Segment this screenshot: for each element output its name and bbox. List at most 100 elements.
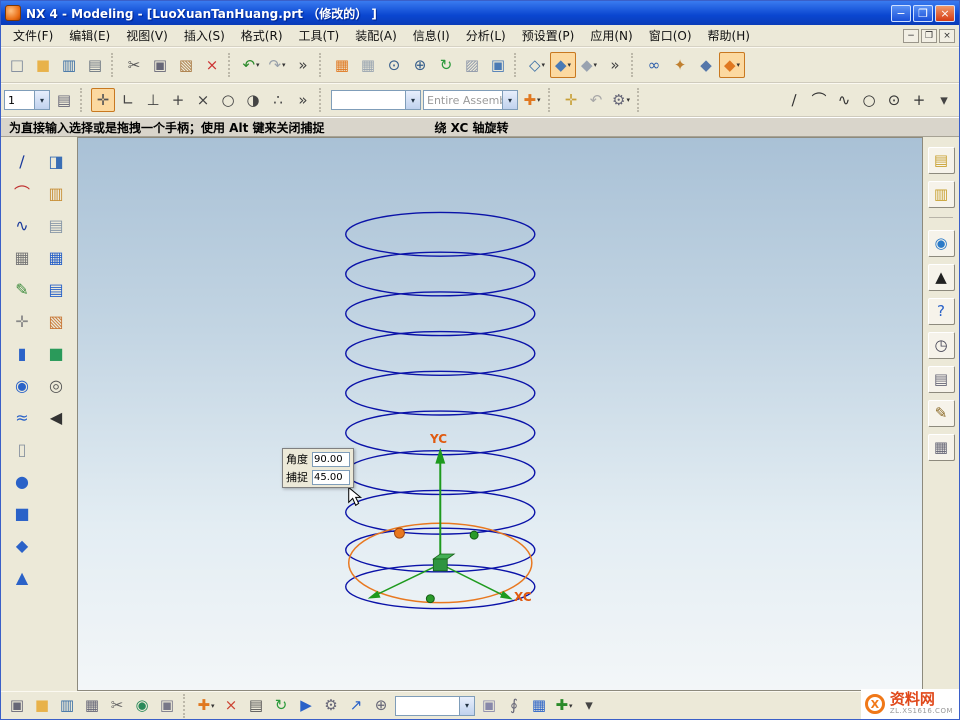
menu-application[interactable]: 应用(N) xyxy=(582,25,640,46)
bottom-scope-arrow-icon[interactable]: ▾ xyxy=(459,697,474,715)
selection-scope-arrow-icon[interactable]: ▾ xyxy=(405,91,420,109)
boundary-button[interactable]: ▧ xyxy=(43,309,69,335)
curve-overflow-button[interactable]: ▾ xyxy=(932,88,956,112)
attach-button[interactable]: ∮ xyxy=(502,694,526,718)
settings-bottom-button[interactable]: ⚙ xyxy=(319,694,343,718)
rotate-handle-bottom[interactable] xyxy=(426,595,434,603)
internet-explorer-button[interactable]: ◉ xyxy=(928,230,955,257)
close-button[interactable]: × xyxy=(935,5,955,22)
high-quality-image-button-dropdown-icon[interactable]: ▾ xyxy=(737,61,741,69)
target-button[interactable]: ⊕ xyxy=(369,694,393,718)
spline-button[interactable]: ∿ xyxy=(9,213,35,239)
display-green-button[interactable]: ◉ xyxy=(130,694,154,718)
sweep-button[interactable]: ≈ xyxy=(9,405,35,431)
measure-button[interactable]: ◎ xyxy=(43,373,69,399)
toolbar-more-button[interactable]: » xyxy=(602,52,628,78)
layer-visible-button[interactable]: ▤ xyxy=(43,213,69,239)
mdi-minimize-button[interactable]: − xyxy=(903,29,919,43)
snap-mid-point-button[interactable]: ⊥ xyxy=(141,88,165,112)
scene-button[interactable]: ◆ xyxy=(693,52,719,78)
insert-bottom-button-dropdown-icon[interactable]: ▾ xyxy=(569,702,573,710)
layer-combo[interactable]: 1 ▾ xyxy=(4,90,50,110)
show-hide-button[interactable]: ▥ xyxy=(43,181,69,207)
bottom-scope-combo[interactable]: ▾ xyxy=(395,696,475,716)
revolve-button[interactable]: ◉ xyxy=(9,373,35,399)
copy-bottom-button[interactable]: ▣ xyxy=(155,694,179,718)
refresh-bottom-button[interactable]: ↻ xyxy=(269,694,293,718)
snap-arc-center-button[interactable]: ○ xyxy=(216,88,240,112)
menu-assemblies[interactable]: 装配(A) xyxy=(347,25,405,46)
print-button[interactable]: ▤ xyxy=(82,52,108,78)
history-button[interactable]: ◷ xyxy=(928,332,955,359)
regenerate-button[interactable]: ↻ xyxy=(433,52,459,78)
snap-intersection-button[interactable]: × xyxy=(191,88,215,112)
circle-tool-button[interactable]: ○ xyxy=(857,88,881,112)
mdi-close-button[interactable]: × xyxy=(939,29,955,43)
save-bottom-button[interactable]: ▥ xyxy=(55,694,79,718)
fit-view-button[interactable]: ▣ xyxy=(485,52,511,78)
window-button[interactable]: ▣ xyxy=(477,694,501,718)
menu-edit[interactable]: 编辑(E) xyxy=(61,25,118,46)
assembly-scope-arrow-icon[interactable]: ▾ xyxy=(502,91,517,109)
selection-options-button-dropdown-icon[interactable]: ▾ xyxy=(626,96,630,104)
layer-combo-arrow-icon[interactable]: ▾ xyxy=(34,91,49,109)
menu-tools[interactable]: 工具(T) xyxy=(291,25,348,46)
undo-selection-button[interactable]: ↶ xyxy=(584,88,608,112)
menu-analysis[interactable]: 分析(L) xyxy=(458,25,514,46)
arrow-up-button[interactable]: ↗ xyxy=(344,694,368,718)
snap-existing-point-button[interactable]: ∴ xyxy=(266,88,290,112)
line-tool-button[interactable]: ∕ xyxy=(782,88,806,112)
update-display-button[interactable]: ▨ xyxy=(459,52,485,78)
snapshot-button[interactable]: ▣ xyxy=(5,694,29,718)
collapse-arrow-button[interactable]: ◀ xyxy=(43,405,69,431)
insert-bottom-button[interactable]: ✚▾ xyxy=(552,694,576,718)
block-button[interactable]: ■ xyxy=(9,501,35,527)
menu-preferences[interactable]: 预设置(P) xyxy=(514,25,583,46)
restore-button[interactable]: ❐ xyxy=(913,5,933,22)
zoom-button[interactable]: ⊙ xyxy=(381,52,407,78)
undo-button-dropdown-icon[interactable]: ▾ xyxy=(256,61,260,69)
system-scene-button[interactable]: ▤ xyxy=(928,366,955,393)
cut-bottom-button[interactable]: ✂ xyxy=(105,694,129,718)
play-button[interactable]: ▶ xyxy=(294,694,318,718)
menu-format[interactable]: 格式(R) xyxy=(233,25,291,46)
add-component-button[interactable]: ✚▾ xyxy=(194,694,218,718)
assembly-scope-combo[interactable]: Entire Assemb ▾ xyxy=(423,90,518,110)
extrude-button[interactable]: ▮ xyxy=(9,341,35,367)
shaded-view-button[interactable]: ◆▾ xyxy=(550,52,576,78)
snap-point-toggle[interactable]: ✛ xyxy=(91,88,115,112)
snap-control-point-button[interactable]: + xyxy=(166,88,190,112)
training-button[interactable]: ▲ xyxy=(928,264,955,291)
menu-help[interactable]: 帮助(H) xyxy=(700,25,758,46)
snap-overflow-button[interactable]: » xyxy=(291,88,315,112)
copy-button[interactable]: ▣ xyxy=(147,52,173,78)
sphere-button[interactable]: ● xyxy=(9,469,35,495)
graphics-window[interactable]: YC XC 角度 捕捉 xyxy=(77,137,923,691)
arc-tool-button[interactable]: ⌒ xyxy=(807,88,831,112)
wcs-dynamic-triad[interactable] xyxy=(349,448,532,603)
origin-cube-handle[interactable] xyxy=(433,559,447,571)
toolbar-overflow-button[interactable]: » xyxy=(290,52,316,78)
tube-button[interactable]: ▯ xyxy=(9,437,35,463)
add-component-button-dropdown-icon[interactable]: ▾ xyxy=(211,702,215,710)
basic-curves-button[interactable]: ▦ xyxy=(9,245,35,271)
save-button[interactable]: ▥ xyxy=(56,52,82,78)
layer-settings-button[interactable]: ▤ xyxy=(52,88,76,112)
angle-input[interactable] xyxy=(312,452,350,467)
wireframe-view-button[interactable]: ◇▾ xyxy=(524,52,550,78)
redo-button[interactable]: ↷▾ xyxy=(264,52,290,78)
grid-button[interactable]: ▦ xyxy=(80,694,104,718)
menu-window[interactable]: 窗口(O) xyxy=(641,25,700,46)
selection-scope-combo[interactable]: ▾ xyxy=(331,90,421,110)
visualization-button[interactable]: ∞ xyxy=(641,52,667,78)
point-tool-button[interactable]: + xyxy=(907,88,931,112)
table-button[interactable]: ▦ xyxy=(527,694,551,718)
arc-button[interactable]: ⌒ xyxy=(9,181,35,207)
paste-button[interactable]: ▧ xyxy=(173,52,199,78)
redo-button-dropdown-icon[interactable]: ▾ xyxy=(282,61,286,69)
print-bottom-button[interactable]: ▤ xyxy=(244,694,268,718)
helix-coil[interactable] xyxy=(346,292,535,336)
minimize-button[interactable]: − xyxy=(891,5,911,22)
shaded-view-button-dropdown-icon[interactable]: ▾ xyxy=(568,61,572,69)
spline-tool-button[interactable]: ∿ xyxy=(832,88,856,112)
